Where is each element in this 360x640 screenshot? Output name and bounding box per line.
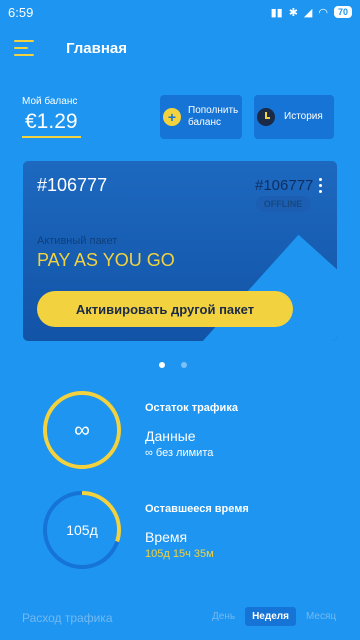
traffic-value: ∞ без лимита <box>145 447 214 459</box>
balance-label: Мой баланс <box>22 96 78 107</box>
pager-dot[interactable] <box>159 362 165 368</box>
status-time: 6:59 <box>8 4 34 20</box>
plus-icon: + <box>163 108 181 126</box>
traffic-ring-text: ∞ <box>74 417 90 442</box>
tab-month[interactable]: Месяц <box>306 611 336 622</box>
time-left-type: Время <box>145 529 188 545</box>
pager-dot[interactable] <box>181 362 187 368</box>
traffic-type: Данные <box>145 428 196 444</box>
signal-icon: ▮▮ <box>270 6 283 19</box>
hamburger-menu-icon[interactable] <box>14 40 34 56</box>
history-button-label: История <box>284 111 323 122</box>
balance-block: Мой баланс €1.29 <box>22 96 81 138</box>
tab-day[interactable]: День <box>212 611 235 622</box>
clock-icon <box>257 108 275 126</box>
card-id-secondary: #106777 <box>255 177 314 194</box>
status-badge: OFFLINE <box>256 196 310 212</box>
time-left-value: 105д 15ч 35м <box>145 548 214 560</box>
carousel-pager <box>159 362 187 368</box>
active-package-name: PAY AS YOU GO <box>37 250 175 270</box>
status-bar: 6:59 ▮▮ ✱ ◢ ◠ 70 <box>0 0 360 24</box>
traffic-title: Остаток трафика <box>145 402 238 414</box>
app-header: Главная <box>0 24 360 72</box>
activate-package-button[interactable]: Активировать другой пакет <box>37 291 293 327</box>
time-ring: 105д <box>42 490 122 570</box>
traffic-ring: ∞ <box>42 390 122 470</box>
topup-button-label: Пополнить баланс <box>188 105 239 128</box>
card-id: #106777 <box>37 175 108 195</box>
active-package-label: Активный пакет <box>37 235 118 247</box>
topup-balance-button[interactable]: + Пополнить баланс <box>160 95 242 139</box>
balance-value: €1.29 <box>22 110 81 138</box>
history-button[interactable]: История <box>254 95 334 139</box>
signal-strength-icon: ◢ <box>303 6 313 19</box>
tab-week[interactable]: Неделя <box>245 607 296 626</box>
bluetooth-icon: ✱ <box>288 6 298 19</box>
status-icons: ▮▮ ✱ ◢ ◠ 70 <box>271 6 352 19</box>
battery-icon: 70 <box>333 6 352 18</box>
page-title: Главная <box>66 39 128 57</box>
traffic-usage-label: Расход трафика <box>22 611 113 625</box>
package-card[interactable]: #106777 #106777 OFFLINE Активный пакет P… <box>23 161 337 341</box>
more-options-icon[interactable] <box>319 178 323 193</box>
wifi-icon: ◠ <box>318 6 328 19</box>
period-tabs: День Неделя Месяц <box>212 607 336 626</box>
time-ring-text: 105д <box>66 522 98 538</box>
time-left-title: Оставшееся время <box>145 503 249 515</box>
